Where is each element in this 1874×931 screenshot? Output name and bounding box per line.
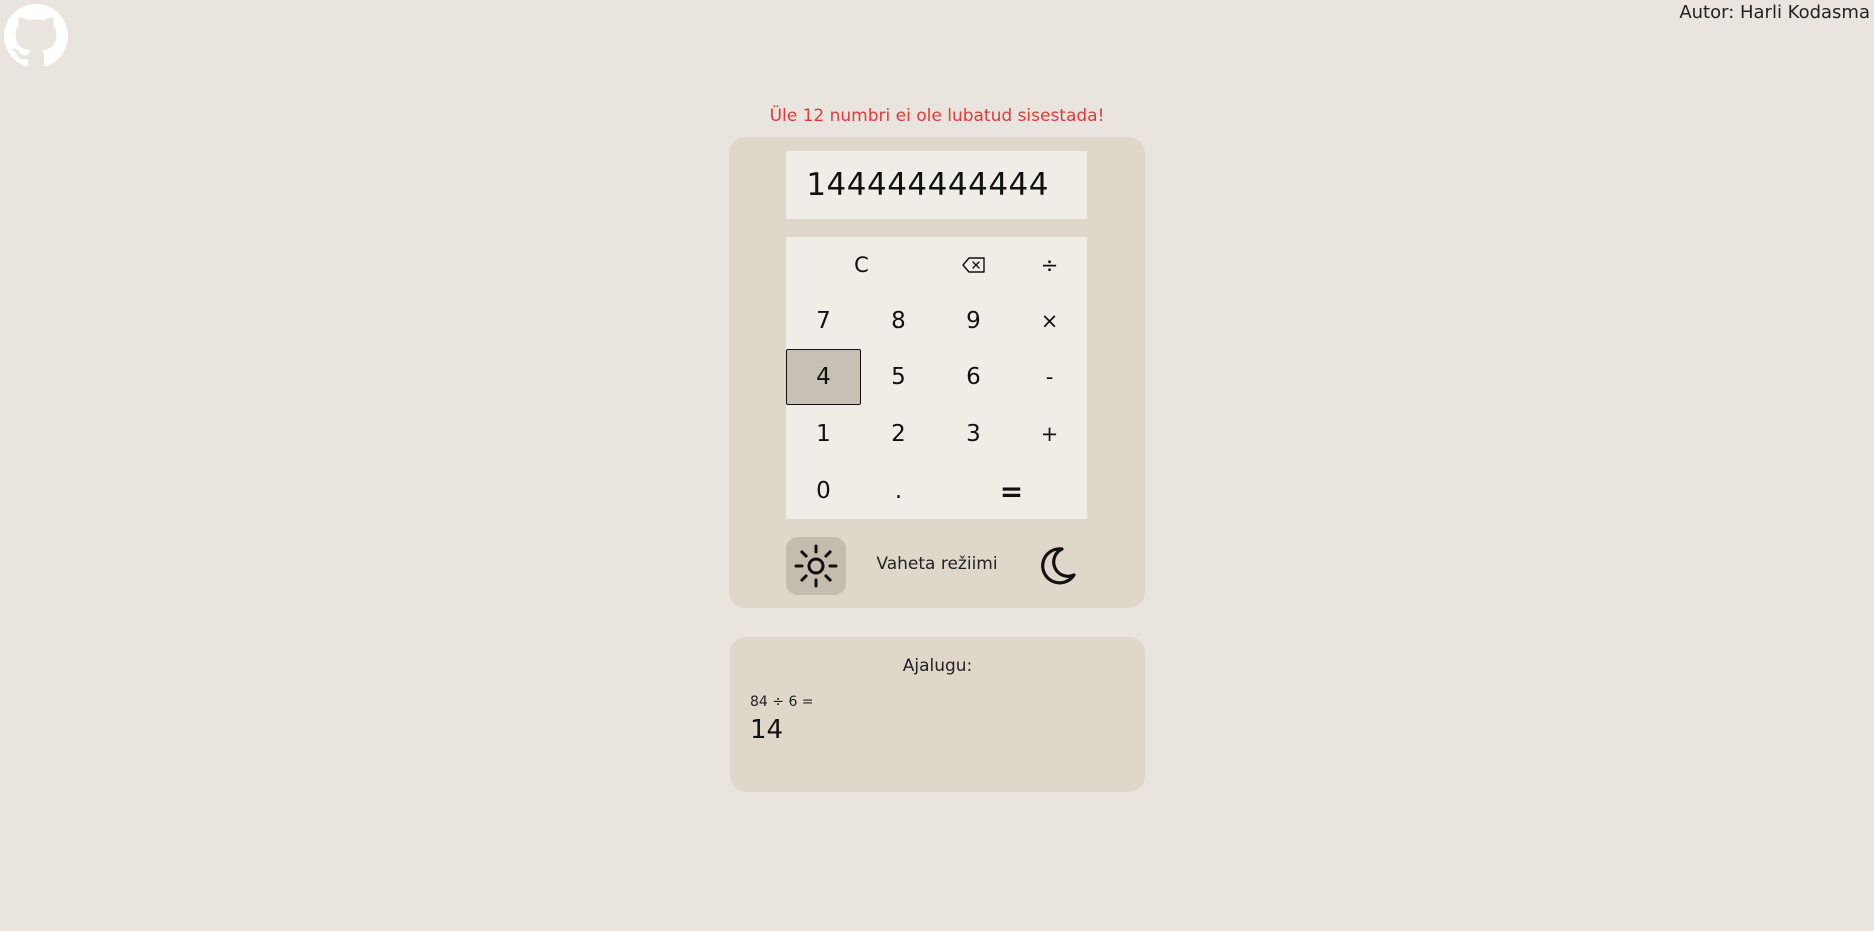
backspace-button[interactable] [936, 237, 1011, 293]
keypad: C ÷ 7 8 9 × 4 5 6 - 1 2 3 + 0 . = [786, 237, 1087, 519]
history-title: Ajalugu: [902, 656, 973, 676]
author-credit: Autor: Harli Kodasma [1679, 2, 1870, 23]
mode-switcher: Vaheta režiimi [729, 537, 1145, 597]
history-expression: 84 ÷ 6 = [750, 694, 814, 710]
page: Autor: Harli Kodasma Üle 12 numbri ei ol… [0, 0, 1874, 931]
clear-button[interactable]: C [824, 237, 899, 293]
history-result: 14 [750, 715, 784, 745]
calculator-display: 144444444444 [786, 151, 1087, 219]
moon-icon [1041, 547, 1076, 585]
key-3[interactable]: 3 [936, 406, 1011, 462]
key-6[interactable]: 6 [936, 349, 1011, 405]
decimal-button[interactable]: . [861, 463, 936, 519]
dark-mode-button[interactable] [1027, 537, 1087, 595]
error-message: Üle 12 numbri ei ole lubatud sisestada! [769, 106, 1105, 126]
minus-button[interactable]: - [1012, 349, 1087, 405]
equals-button[interactable]: = [936, 463, 1087, 519]
key-0[interactable]: 0 [786, 463, 861, 519]
plus-button[interactable]: + [1012, 406, 1087, 462]
github-link[interactable] [4, 4, 68, 68]
history-panel: Ajalugu: 84 ÷ 6 = 14 [730, 637, 1145, 792]
key-2[interactable]: 2 [861, 406, 936, 462]
backspace-icon [961, 257, 985, 273]
key-5[interactable]: 5 [861, 349, 936, 405]
calculator: 144444444444 C ÷ 7 8 9 × 4 5 6 - 1 2 3 +… [729, 137, 1145, 608]
key-4[interactable]: 4 [786, 349, 861, 405]
github-icon [4, 4, 68, 67]
multiply-button[interactable]: × [1012, 293, 1087, 349]
key-7[interactable]: 7 [786, 293, 861, 349]
key-8[interactable]: 8 [861, 293, 936, 349]
key-1[interactable]: 1 [786, 406, 861, 462]
key-9[interactable]: 9 [936, 293, 1011, 349]
divide-button[interactable]: ÷ [1012, 237, 1087, 293]
